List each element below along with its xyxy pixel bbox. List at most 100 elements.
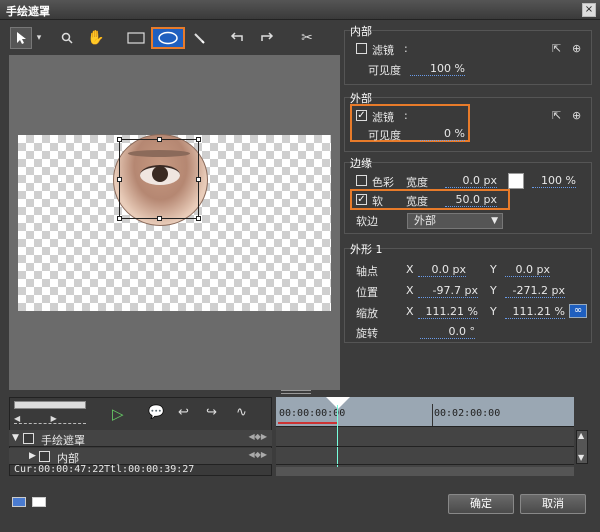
inner-title: 内部 [350,25,372,38]
cancel-button[interactable]: 取消 [520,494,586,514]
zoom-icon[interactable] [58,27,76,49]
scale-x-label: X [406,305,414,318]
splitter-grip[interactable] [281,390,311,394]
edge-color-percent[interactable]: 100 % [532,174,576,188]
edge-color-width-value[interactable]: 0.0 px [445,174,497,188]
redo-icon[interactable] [258,27,276,49]
close-button[interactable]: × [582,3,596,17]
anchor-x-value[interactable]: 0.0 px [418,263,466,277]
scroll-down-icon[interactable]: ▼ [578,453,584,462]
resize-handle[interactable] [196,177,201,182]
horizontal-scrollbar[interactable] [276,467,574,476]
play-icon[interactable]: ▷ [112,405,124,423]
edge-title: 边缘 [350,157,372,170]
scale-y-value[interactable]: 111.21 % [505,305,565,319]
outer-filter-colon: : [404,109,408,122]
position-x-label: X [406,284,414,297]
expand-icon[interactable]: ▶ [29,451,36,461]
resize-handle[interactable] [117,177,122,182]
playhead-icon[interactable] [326,397,350,409]
current-time: Cur:00:00:47:22 [14,464,105,475]
hand-icon[interactable]: ✋ [86,27,106,49]
rotate-value[interactable]: 0.0 ° [420,325,475,339]
inner-filter-checkbox[interactable] [356,43,367,54]
ruler-tick [432,404,433,426]
scroll-up-icon[interactable]: ▲ [578,431,584,440]
scale-label: 缩放 [356,307,378,320]
expand-icon[interactable]: ▼ [12,433,19,443]
outer-visibility-label: 可见度 [368,129,401,142]
filter-link-icon[interactable]: ⊕ [572,42,581,55]
scale-x-value[interactable]: 111.21 % [418,305,478,319]
track-mask[interactable]: ▼ 手绘遮罩 ◀◆▶ [9,430,272,447]
undo-icon[interactable] [228,27,246,49]
layout-split-icon[interactable] [12,497,26,507]
soft-edge-mode-value: 外部 [414,214,436,227]
anchor-y-label: Y [490,263,497,276]
position-x-value[interactable]: -97.7 px [418,284,478,298]
prev-keyframe-icon[interactable]: ↩ [178,405,189,420]
anchor-y-value[interactable]: 0.0 px [505,263,550,277]
track-mask-checkbox[interactable] [23,433,34,444]
resize-handle[interactable] [157,137,162,142]
inner-visibility-value[interactable]: 100 % [410,62,465,76]
link-scale-icon[interactable]: ∞ [569,304,587,318]
time-scale-select[interactable]: ◀ ▶ [14,414,86,424]
resize-handle[interactable] [196,137,201,142]
soft-edge-label: 软 [372,195,383,208]
edge-color-label: 色彩 [372,176,394,189]
layout-single-icon[interactable] [32,497,46,507]
keyframe-nav-icon[interactable]: ◀◆▶ [249,450,267,459]
edge-color-checkbox[interactable] [356,175,367,186]
filter-settings-icon[interactable]: ⇱ [552,42,561,55]
chevron-down-icon: ▼ [491,216,498,226]
mask-selection-box[interactable] [117,137,201,221]
track-mask-label: 手绘遮罩 [41,434,85,447]
position-y-value[interactable]: -271.2 px [505,284,565,298]
resize-handle[interactable] [117,137,122,142]
filter-link-icon[interactable]: ⊕ [572,109,581,122]
select-arrow-icon[interactable] [10,27,32,49]
rotate-label: 旋转 [356,327,378,340]
keyframe-nav-icon[interactable]: ◀◆▶ [249,432,267,441]
outer-filter-label: 滤镜 [372,111,394,124]
outer-filter-checkbox[interactable]: ✓ [356,110,367,121]
inner-filter-label: 滤镜 [372,44,394,57]
ruler-start-label: 00:00:00:00 [279,408,346,419]
ok-button[interactable]: 确定 [448,494,514,514]
shape-title: 外形 1 [350,243,383,256]
zoom-slider[interactable] [14,401,86,409]
ellipse-icon[interactable] [151,27,185,49]
ruler-mark-label: 00:02:00:00 [434,408,501,419]
filter-settings-icon[interactable]: ⇱ [552,109,561,122]
title-bar: 手绘遮罩 × [0,0,600,20]
next-keyframe-icon[interactable]: ↪ [206,405,217,420]
window-title: 手绘遮罩 [6,5,50,18]
rectangle-icon[interactable] [124,27,148,49]
inner-filter-colon: : [404,42,408,55]
comment-icon[interactable]: 💬 [148,405,164,420]
resize-handle[interactable] [196,216,201,221]
scale-y-label: Y [490,305,497,318]
chevron-down-icon[interactable]: ▾ [34,27,44,49]
track-inner-checkbox[interactable] [39,451,50,462]
position-label: 位置 [356,286,378,299]
resize-handle[interactable] [117,216,122,221]
soft-edge-width-value[interactable]: 50.0 px [445,193,497,207]
resize-handle[interactable] [157,216,162,221]
soft-edge-width-label: 宽度 [406,195,428,208]
inner-visibility-label: 可见度 [368,64,401,77]
anchor-label: 轴点 [356,265,378,278]
vertical-scrollbar[interactable]: ▲ ▼ [576,430,588,464]
track-inner[interactable]: ▶ 内部 ◀◆▶ [9,448,272,465]
edge-color-swatch[interactable] [508,173,524,189]
total-time: Ttl:00:00:39:27 [104,464,195,475]
soft-edge-mode-select[interactable]: 外部 ▼ [407,213,503,229]
pen-icon[interactable] [190,27,208,49]
outer-visibility-value[interactable]: 0 % [420,127,465,141]
marked-range [278,422,338,424]
soft-edge-checkbox[interactable]: ✓ [356,194,367,205]
scissors-icon[interactable]: ✂ [296,27,318,49]
soft-edge-mode-label: 软边 [356,215,378,228]
curve-icon[interactable]: ∿ [236,405,247,420]
